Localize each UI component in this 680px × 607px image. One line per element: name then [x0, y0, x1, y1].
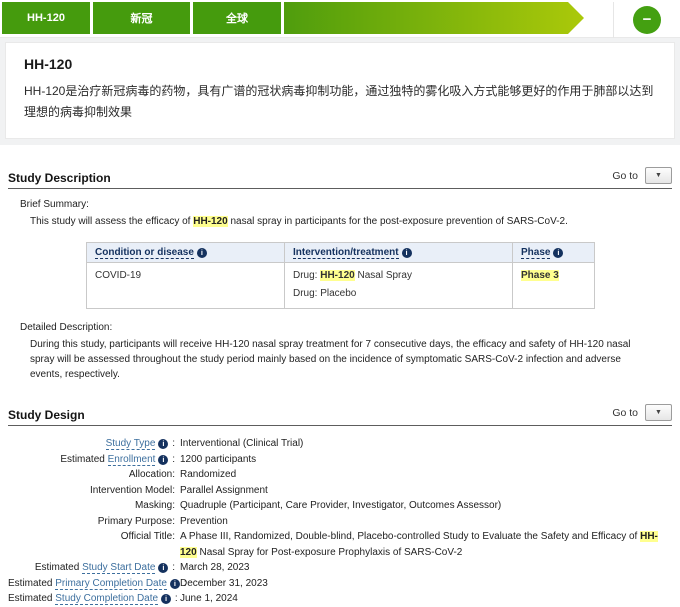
intervention-model-label: Intervention Model [90, 485, 172, 496]
masking-value: Quadruple (Participant, Care Provider, I… [180, 498, 672, 514]
enrollment-value: 1200 participants [180, 452, 672, 468]
table-header-row: Condition or diseasei Intervention/treat… [87, 243, 595, 263]
field-row-official-title: Official Title: A Phase III, Randomized,… [8, 529, 672, 560]
detailed-description-text: During this study, participants will rec… [30, 337, 650, 382]
collapse-minus-button[interactable]: − [633, 6, 661, 34]
primary-purpose-value: Prevention [180, 514, 672, 530]
field-row-study-completion-date: Estimated Study Completion Datei : June … [8, 591, 672, 607]
nav-spacer [584, 2, 613, 37]
col-header-condition: Condition or diseasei [87, 243, 285, 263]
info-icon[interactable]: i [170, 579, 180, 589]
phase-highlight: Phase 3 [521, 270, 559, 281]
condition-header-link[interactable]: Condition or disease [95, 247, 194, 259]
intervention-header-link[interactable]: Intervention/treatment [293, 247, 399, 259]
header-band: HH-120 HH-120是治疗新冠病毒的药物，具有广谱的冠状病毒抑制功能，通过… [0, 38, 680, 145]
brief-summary-pre: This study will assess the efficacy of [30, 216, 193, 227]
study-title: HH-120 [24, 56, 656, 72]
phase-cell: Phase 3 [513, 263, 595, 309]
nav-button-area: − [614, 2, 680, 37]
col-header-phase: Phasei [513, 243, 595, 263]
brief-summary-text: This study will assess the efficacy of H… [30, 214, 650, 229]
intervention-cell: Drug: HH-120 Nasal Spray Drug: Placebo [285, 263, 513, 309]
study-type-link[interactable]: Study Type [106, 438, 156, 450]
goto-control: Go to ▼ [612, 404, 672, 421]
primary-completion-date-link[interactable]: Primary Completion Date [55, 578, 167, 590]
field-row-start-date: Estimated Study Start Datei : March 28, … [8, 560, 672, 576]
brief-summary-post: nasal spray in participants for the post… [228, 216, 568, 227]
col-header-intervention: Intervention/treatmenti [285, 243, 513, 263]
drug-name-highlight: HH-120 [320, 270, 354, 281]
nav-tab-hh120[interactable]: HH-120 [2, 2, 90, 34]
study-design-heading: Study Design [8, 408, 85, 422]
study-design-fields: Study Typei : Interventional (Clinical T… [8, 436, 672, 607]
primary-purpose-label: Primary Purpose [98, 516, 172, 527]
masking-label: Masking [135, 500, 172, 511]
primary-completion-date-value: December 31, 2023 [180, 576, 672, 592]
field-row-masking: Masking: Quadruple (Participant, Care Pr… [8, 498, 672, 514]
nav-tab-xinguan[interactable]: 新冠 [93, 2, 190, 34]
brief-summary-highlight: HH-120 [193, 216, 227, 227]
field-row-primary-completion-date: Estimated Primary Completion Datei : Dec… [8, 576, 672, 592]
study-description-section-header: Study Description Go to ▼ [8, 167, 672, 189]
top-nav-bar: HH-120 新冠 全球 − [0, 0, 680, 38]
field-row-intervention-model: Intervention Model: Parallel Assignment [8, 483, 672, 499]
study-header-card: HH-120 HH-120是治疗新冠病毒的药物，具有广谱的冠状病毒抑制功能，通过… [5, 42, 675, 139]
info-icon[interactable]: i [158, 455, 168, 465]
info-icon[interactable]: i [158, 563, 168, 573]
info-icon[interactable]: i [553, 248, 563, 258]
allocation-label: Allocation [129, 469, 172, 480]
intervention-model-value: Parallel Assignment [180, 483, 672, 499]
goto-dropdown[interactable]: ▼ [645, 167, 672, 184]
detailed-description-label: Detailed Description: [20, 322, 672, 333]
info-icon[interactable]: i [197, 248, 207, 258]
field-row-allocation: Allocation: Randomized [8, 467, 672, 483]
goto-label: Go to [612, 170, 638, 182]
phase-header-link[interactable]: Phase [521, 247, 550, 259]
enrollment-link[interactable]: Enrollment [108, 454, 156, 466]
progress-arrow [284, 2, 584, 34]
intervention-drug-1: Drug: HH-120 Nasal Spray [293, 270, 504, 281]
study-type-value: Interventional (Clinical Trial) [180, 436, 672, 452]
official-title-value: A Phase III, Randomized, Double-blind, P… [180, 529, 672, 560]
study-design-section-header: Study Design Go to ▼ [8, 404, 672, 426]
study-start-date-link[interactable]: Study Start Date [82, 562, 155, 574]
table-row: COVID-19 Drug: HH-120 Nasal Spray Drug: … [87, 263, 595, 309]
study-completion-date-link[interactable]: Study Completion Date [55, 593, 158, 605]
allocation-value: Randomized [180, 467, 672, 483]
info-icon[interactable]: i [158, 439, 168, 449]
goto-label: Go to [612, 407, 638, 419]
intervention-drug-2: Drug: Placebo [293, 288, 504, 299]
field-row-primary-purpose: Primary Purpose: Prevention [8, 514, 672, 530]
study-start-date-value: March 28, 2023 [180, 560, 672, 576]
goto-control: Go to ▼ [612, 167, 672, 184]
info-icon[interactable]: i [161, 594, 171, 604]
field-row-study-type: Study Typei : Interventional (Clinical T… [8, 436, 672, 452]
official-title-label: Official Title [121, 531, 173, 542]
field-row-enrollment: Estimated Enrollmenti : 1200 participant… [8, 452, 672, 468]
study-description-heading: Study Description [8, 171, 111, 185]
nav-tab-quanqiu[interactable]: 全球 [193, 2, 281, 34]
goto-dropdown[interactable]: ▼ [645, 404, 672, 421]
condition-intervention-table: Condition or diseasei Intervention/treat… [86, 242, 595, 309]
condition-cell: COVID-19 [87, 263, 285, 309]
study-completion-date-value: June 1, 2024 [180, 591, 672, 607]
brief-summary-label: Brief Summary: [20, 199, 672, 210]
info-icon[interactable]: i [402, 248, 412, 258]
main-content: Study Description Go to ▼ Brief Summary:… [0, 167, 680, 607]
study-description-zh: HH-120是治疗新冠病毒的药物，具有广谱的冠状病毒抑制功能，通过独特的雾化吸入… [24, 81, 656, 123]
